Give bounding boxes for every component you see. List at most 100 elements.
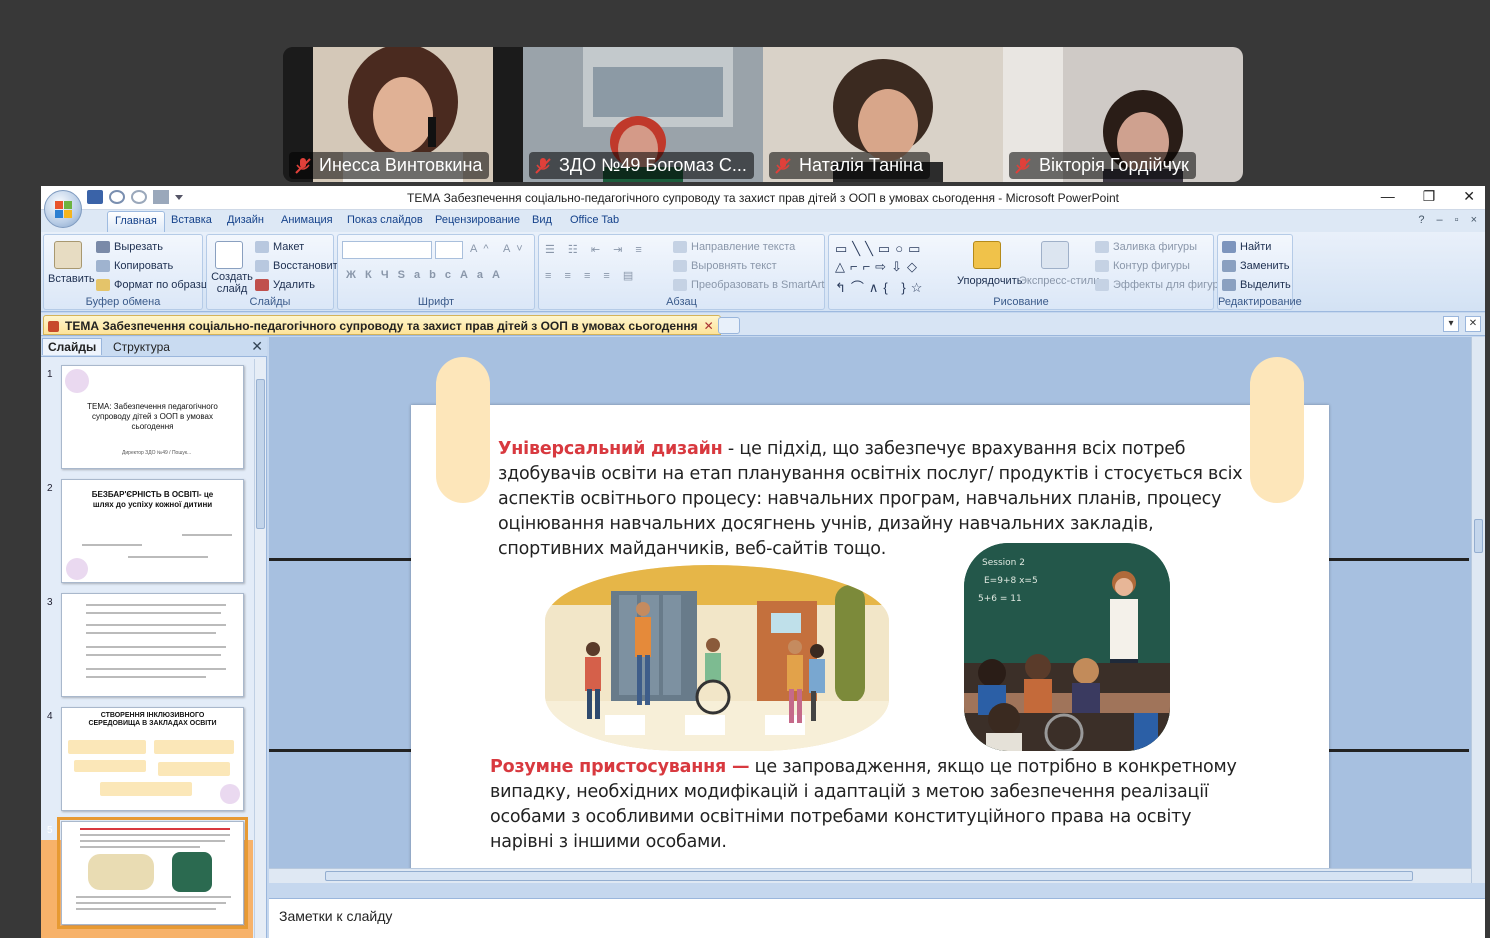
mic-muted-icon: [775, 157, 791, 174]
minimize-button[interactable]: —: [1381, 188, 1395, 205]
paragraph-universal-design[interactable]: Універсальний дизайн - це підхід, що заб…: [498, 437, 1258, 562]
copy-button[interactable]: Копировать: [96, 260, 173, 272]
close-button[interactable]: ✕: [1463, 188, 1475, 205]
participant-name: ЗДО №49 Богомаз С...: [529, 152, 754, 179]
group-slides: Создать слайд Макет Восстановить Удалить…: [206, 234, 343, 310]
photo-classroom[interactable]: Session 2 E=9+8 x=5 5+6 = 11: [964, 543, 1170, 751]
editor-horizontal-scrollbar[interactable]: [269, 868, 1471, 883]
delete-slide-button[interactable]: Удалить: [255, 279, 315, 291]
tab-animation[interactable]: Анимация: [281, 214, 333, 226]
find-button[interactable]: Найти: [1222, 241, 1271, 253]
tab-office-tab[interactable]: Office Tab: [570, 214, 619, 226]
replace-button[interactable]: Заменить: [1222, 260, 1289, 272]
notes-pane[interactable]: Заметки к слайду: [269, 898, 1485, 938]
participant-tile[interactable]: Инесса Винтовкина: [283, 47, 523, 182]
select-button[interactable]: Выделить: [1222, 279, 1291, 291]
cursor-icon: [1222, 279, 1236, 291]
slide-thumbnail[interactable]: БЕЗБАР'ЄРНІСТЬ В ОСВІТІ- це шлях до успі…: [61, 479, 244, 583]
list-buttons[interactable]: ☰ ☷ ⇤ ⇥ ≡: [545, 243, 647, 256]
shape-effects-button[interactable]: Эффекты для фигур: [1095, 279, 1219, 291]
tab-slides[interactable]: Слайды: [42, 338, 103, 355]
window-controls: — ❐ ✕: [1381, 188, 1475, 205]
group-font: A^ A˅ ЖКЧSabcAaA Шрифт: [337, 234, 535, 310]
slides-pane-scrollbar[interactable]: [254, 359, 266, 938]
shapes-gallery-row3[interactable]: ↰⌒∧{ }☆: [835, 277, 927, 296]
paint-bucket-icon: [1095, 241, 1109, 253]
slide-thumbnail[interactable]: СТВОРЕННЯ ІНКЛЮЗИВНОГО СЕРЕДОВИЩА В ЗАКЛ…: [61, 707, 244, 811]
tab-design[interactable]: Дизайн: [227, 214, 264, 226]
new-tab-button[interactable]: [718, 317, 740, 334]
tab-view[interactable]: Вид: [532, 214, 552, 226]
illustration-school-hallway[interactable]: [545, 565, 889, 751]
paragraph-reasonable-accommodation[interactable]: Розумне пристосування — це запровадження…: [490, 755, 1250, 855]
shape-fill-button[interactable]: Заливка фигуры: [1095, 241, 1197, 253]
font-size-select[interactable]: [435, 241, 463, 259]
current-slide[interactable]: Універсальний дизайн - це підхід, що заб…: [411, 357, 1329, 883]
arrange-button[interactable]: Упорядочить: [957, 275, 1022, 287]
participant-tile[interactable]: ЗДО №49 Богомаз С...: [523, 47, 763, 182]
participant-name: Инесса Винтовкина: [289, 152, 490, 179]
shapes-gallery-row2[interactable]: △⌐⌐⇨⇩◇: [835, 259, 922, 275]
smartart-icon: [673, 279, 687, 291]
editor-vertical-scrollbar[interactable]: [1471, 337, 1485, 883]
powerpoint-window: ТЕМА Забезпечення соціально-педагогічног…: [41, 186, 1485, 938]
quick-styles-button[interactable]: Экспресс-стили: [1019, 275, 1099, 287]
maximize-button[interactable]: ❐: [1423, 188, 1436, 205]
layout-icon: [255, 241, 269, 253]
close-tab-icon[interactable]: ✕: [704, 319, 714, 333]
font-name-select[interactable]: [342, 241, 432, 259]
ribbon-tabs: Главная Вставка Дизайн Анимация Показ сл…: [41, 210, 1485, 232]
svg-text:E=9+8 x=5: E=9+8 x=5: [984, 576, 1038, 586]
font-size-buttons[interactable]: A^ A˅: [470, 243, 529, 255]
reset-button[interactable]: Восстановить: [255, 260, 343, 272]
document-tab[interactable]: ТЕМА Забезпечення соціально-педагогічног…: [43, 315, 721, 335]
slide-thumbnail-selected[interactable]: [57, 817, 248, 929]
text-direction-button[interactable]: Направление текста: [673, 241, 795, 253]
smartart-button[interactable]: Преобразовать в SmartArt: [673, 279, 824, 291]
layout-button[interactable]: Макет: [255, 241, 304, 253]
shapes-gallery[interactable]: ▭╲╲▭○▭: [835, 241, 925, 257]
decorative-pill: [1250, 357, 1304, 503]
font-style-buttons[interactable]: ЖКЧSabcAaA: [346, 269, 509, 281]
thumbnail-list: 1 ТЕМА: Забезпечення педагогічного супро…: [41, 359, 253, 938]
tab-review[interactable]: Рецензирование: [435, 214, 520, 226]
cut-button[interactable]: Вырезать: [96, 241, 163, 253]
slide-thumbnail[interactable]: ТЕМА: Забезпечення педагогічного супрово…: [61, 365, 244, 469]
align-text-icon: [673, 260, 687, 272]
close-document-icon[interactable]: ✕: [1465, 316, 1481, 332]
tab-outline[interactable]: Структура: [113, 340, 170, 354]
slide-thumbnail[interactable]: [61, 593, 244, 697]
brush-icon: [96, 279, 110, 291]
arrange-icon: [973, 241, 1001, 269]
tab-insert[interactable]: Вставка: [171, 214, 212, 226]
new-slide-icon: [215, 241, 243, 269]
ribbon-close-icon[interactable]: ×: [1471, 214, 1477, 226]
shape-outline-button[interactable]: Контур фигуры: [1095, 260, 1190, 272]
participant-tile[interactable]: Наталія Таніна: [763, 47, 1003, 182]
participant-name: Наталія Таніна: [769, 152, 931, 179]
align-text-button[interactable]: Выровнять текст: [673, 260, 777, 272]
office-button[interactable]: [44, 190, 82, 228]
paste-icon: [54, 241, 82, 269]
tab-list-icon[interactable]: ▾: [1443, 316, 1459, 332]
group-clipboard: Вставить Вырезать Копировать Формат по о…: [43, 234, 213, 310]
participant-tile[interactable]: Вікторія Гордійчук: [1003, 47, 1243, 182]
binoculars-icon: [1222, 241, 1236, 253]
new-slide-button[interactable]: Создать слайд: [210, 271, 254, 295]
copy-icon: [96, 260, 110, 272]
scissors-icon: [96, 241, 110, 253]
group-paragraph: ☰ ☷ ⇤ ⇥ ≡ ≡ ≡ ≡ ≡ ▤ Направление текста В…: [538, 234, 825, 310]
help-icon[interactable]: ?: [1418, 214, 1424, 226]
tab-home[interactable]: Главная: [107, 211, 165, 232]
pen-icon: [1095, 260, 1109, 272]
paste-button[interactable]: Вставить: [48, 273, 95, 285]
ribbon-minimize-icon[interactable]: –: [1437, 214, 1443, 226]
format-painter-button[interactable]: Формат по образцу: [96, 279, 213, 291]
delete-icon: [255, 279, 269, 291]
video-strip: Инесса Винтовкина ЗДО №49 Богомаз С... Н…: [283, 47, 1243, 182]
close-pane-icon[interactable]: ✕: [251, 338, 263, 355]
svg-text:5+6 = 11: 5+6 = 11: [978, 594, 1022, 604]
ribbon-restore-icon[interactable]: ▫: [1455, 214, 1459, 226]
align-buttons[interactable]: ≡ ≡ ≡ ≡ ▤: [545, 269, 638, 282]
tab-slideshow[interactable]: Показ слайдов: [347, 214, 423, 226]
